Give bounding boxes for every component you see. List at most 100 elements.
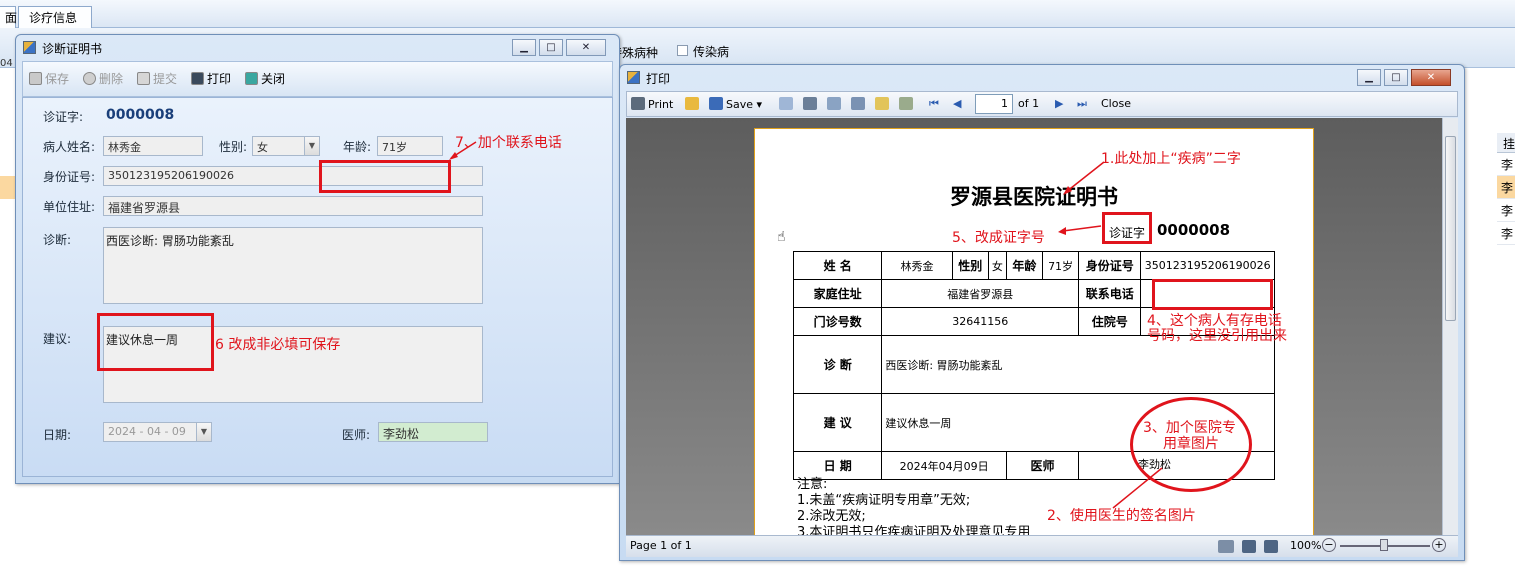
- fit-page-icon[interactable]: [1218, 540, 1234, 553]
- next-page-button[interactable]: ▶: [1055, 97, 1063, 110]
- background-column-header[interactable]: 挂: [1497, 133, 1515, 153]
- infectious-disease-checkbox[interactable]: [677, 45, 688, 56]
- doc-name: 林秀金: [881, 251, 953, 280]
- age-label: 年龄:: [343, 140, 372, 154]
- find-button[interactable]: [803, 97, 820, 111]
- zoom-level: 100%: [1290, 539, 1322, 552]
- page-number-input[interactable]: 1: [975, 94, 1013, 114]
- annotation-2: 2、使用医生的签名图片: [1047, 508, 1196, 524]
- background-row[interactable]: 李: [1497, 199, 1515, 222]
- zoom-out-icon[interactable]: −: [1322, 538, 1336, 552]
- edit-button[interactable]: [875, 97, 892, 111]
- printer-icon: [191, 72, 204, 85]
- print-window-titlebar[interactable]: 打印 ▁ □ ✕: [620, 65, 1464, 91]
- vertical-scrollbar[interactable]: [1442, 118, 1458, 535]
- doc-id-no: 350123195206190026: [1140, 251, 1275, 280]
- last-page-button[interactable]: ⏭: [1077, 97, 1087, 111]
- watermark-button[interactable]: [899, 97, 916, 111]
- scrollbar-thumb[interactable]: [1445, 136, 1456, 321]
- email-icon: [779, 97, 793, 110]
- background-tab-prev[interactable]: 面: [0, 6, 17, 28]
- window-app-icon: [23, 41, 36, 54]
- save-button[interactable]: Save ▾: [709, 97, 762, 111]
- submit-button[interactable]: 提交: [137, 70, 177, 87]
- form-toolbar: 保存 删除 提交 打印 关闭: [22, 61, 613, 97]
- doc-age-label: 年龄: [1005, 251, 1044, 280]
- close-window-button[interactable]: ✕: [566, 39, 606, 56]
- window-titlebar[interactable]: 诊断证明书 ▁ □ ✕: [16, 35, 619, 61]
- window-title: 诊断证明书: [42, 42, 103, 56]
- maximize-button[interactable]: □: [539, 39, 563, 56]
- background-row-selected[interactable]: 李: [1497, 176, 1515, 199]
- printer-icon: [631, 97, 645, 110]
- background-row[interactable]: 李: [1497, 153, 1515, 176]
- annotation-1: 1.此处加上“疾病”二字: [1101, 151, 1241, 167]
- doc-phone-label: 联系电话: [1078, 279, 1142, 308]
- doc-diagnosis-label: 诊 断: [792, 335, 883, 394]
- open-button[interactable]: [685, 97, 702, 111]
- annotation-box-advice: [97, 313, 214, 371]
- gender-label: 性别:: [219, 140, 248, 154]
- folder-icon: [685, 97, 699, 110]
- close-window-button[interactable]: ✕: [1411, 69, 1451, 86]
- annotation-box-cert-label: [1102, 212, 1152, 244]
- close-icon: [245, 72, 258, 85]
- parameters-icon: [851, 97, 865, 110]
- patient-name-label: 病人姓名:: [43, 140, 96, 154]
- annotation-box-doc-phone: [1152, 279, 1273, 310]
- id-number-label: 身份证号:: [43, 170, 96, 184]
- preview-area[interactable]: 罗源县医院证明书 诊证字 0000008 ☝ 姓 名 林秀金 性别 女 年龄 7…: [626, 118, 1458, 535]
- minimize-button[interactable]: ▁: [1357, 69, 1381, 86]
- cert-no-label: 诊证字:: [43, 110, 84, 124]
- patient-name-field[interactable]: 林秀金: [103, 136, 203, 156]
- gender-select[interactable]: 女 ▼: [252, 136, 320, 156]
- doc-name-label: 姓 名: [792, 251, 883, 280]
- window-app-icon: [627, 71, 640, 84]
- save-button[interactable]: 保存: [29, 70, 69, 87]
- close-button[interactable]: 关闭: [245, 70, 285, 87]
- doc-notes-title: 注意:: [797, 477, 828, 492]
- print-button[interactable]: Print: [631, 97, 673, 111]
- email-button[interactable]: [779, 97, 796, 111]
- page-count: of 1: [1018, 97, 1040, 110]
- delete-button[interactable]: 删除: [83, 70, 123, 87]
- tab-diagnosis-info[interactable]: 诊疗信息: [18, 6, 92, 28]
- address-field[interactable]: 福建省罗源县: [103, 196, 483, 216]
- doctor-field[interactable]: 李劲松: [378, 422, 488, 442]
- print-statusbar: Page 1 of 1 100% − +: [626, 535, 1458, 557]
- page-setup-button[interactable]: [827, 97, 844, 111]
- doc-title: 罗源县医院证明书: [950, 184, 1118, 209]
- diagnosis-certificate-window: 诊断证明书 ▁ □ ✕ 保存 删除 提交 打印 关闭 诊证字: 0000008 …: [15, 34, 620, 484]
- age-field[interactable]: 71岁: [377, 136, 443, 156]
- background-field-fragment: 04: [0, 58, 13, 69]
- zoom-in-icon[interactable]: +: [1432, 538, 1446, 552]
- page-setup-icon: [827, 97, 841, 110]
- close-preview-button[interactable]: Close: [1101, 97, 1131, 110]
- minimize-button[interactable]: ▁: [512, 39, 536, 56]
- first-page-button[interactable]: ⏮: [929, 97, 939, 111]
- print-window-title: 打印: [646, 72, 671, 86]
- annotation-box-phone: [319, 160, 451, 193]
- diagnosis-textarea[interactable]: 西医诊断: 胃肠功能紊乱: [103, 227, 483, 304]
- background-row[interactable]: 李: [1497, 222, 1515, 245]
- binoculars-icon: [803, 97, 817, 110]
- date-picker[interactable]: 2024 - 04 - 09 ▼: [103, 422, 212, 442]
- annotation-7: 7、加个联系电话: [455, 135, 562, 151]
- doc-address: 福建省罗源县: [881, 279, 1080, 308]
- single-page-icon[interactable]: [1242, 540, 1256, 553]
- chevron-down-icon[interactable]: ▼: [304, 137, 319, 155]
- parameters-button[interactable]: [851, 97, 868, 111]
- annotation-4-line2: 号码，这里没引用出来: [1147, 328, 1287, 344]
- chevron-down-icon[interactable]: ▼: [196, 423, 211, 441]
- annotation-6: 6 改成非必填可保存: [215, 337, 341, 353]
- print-button[interactable]: 打印: [191, 70, 231, 87]
- prev-page-button[interactable]: ◀: [953, 97, 961, 110]
- doc-date-label: 日 期: [792, 451, 883, 480]
- zoom-slider-thumb[interactable]: [1380, 539, 1388, 551]
- maximize-button[interactable]: □: [1384, 69, 1408, 86]
- hand-cursor-icon: ☝: [777, 229, 786, 245]
- doctor-label: 医师:: [342, 428, 371, 442]
- doc-date: 2024年04月09日: [881, 451, 1007, 480]
- doc-note-1: 1.未盖“疾病证明专用章”无效;: [797, 493, 971, 508]
- multi-page-icon[interactable]: [1264, 540, 1278, 553]
